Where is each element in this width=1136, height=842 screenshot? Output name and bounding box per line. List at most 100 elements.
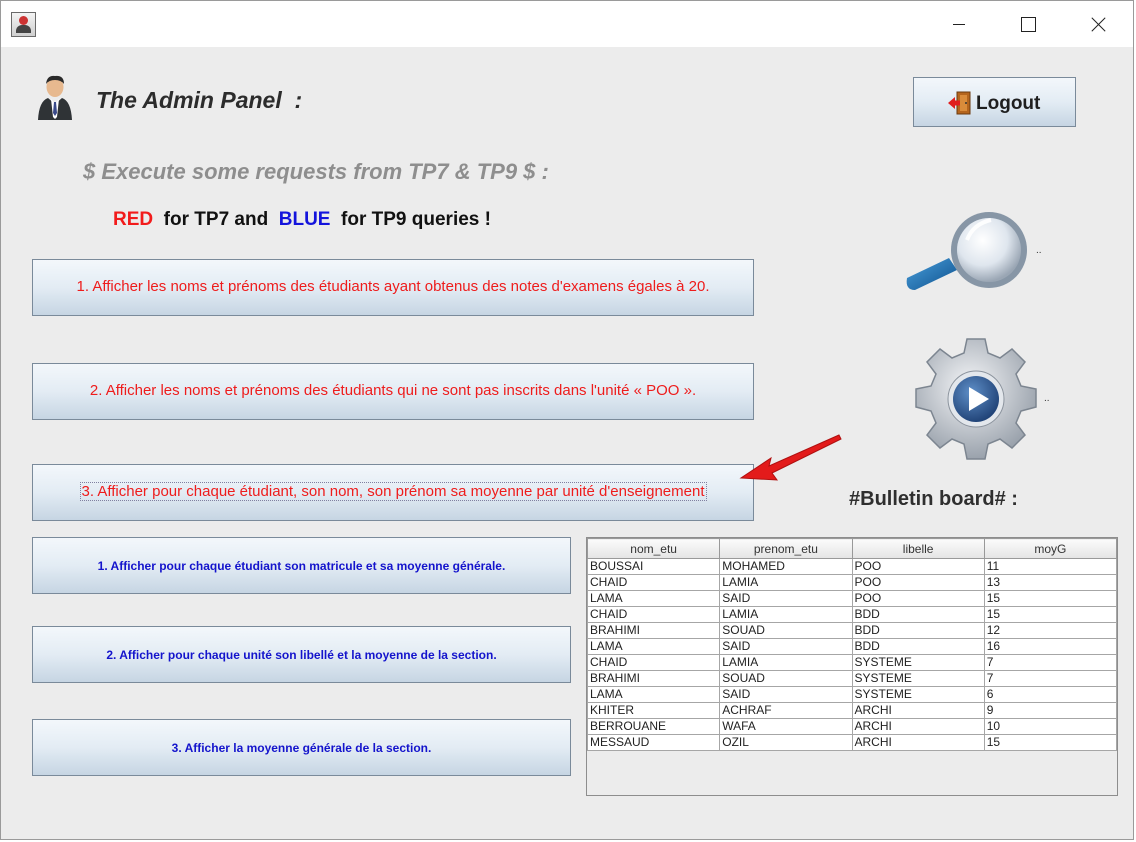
results-table: nom_etu prenom_etu libelle moyG BOUSSAI M… <box>586 538 1118 751</box>
table-cell[interactable]: OZIL <box>719 734 853 751</box>
tp7-query-1-button[interactable]: 1. Afficher les noms et prénoms des étud… <box>32 259 754 316</box>
table-cell[interactable]: 11 <box>983 558 1118 575</box>
tp7-query-3-label-wrap: 3. Afficher pour chaque étudiant, son no… <box>33 482 753 501</box>
table-row[interactable]: MESSAUD OZIL ARCHI 15 <box>586 734 1118 751</box>
column-header-nom-etu[interactable]: nom_etu <box>586 538 721 559</box>
table-cell[interactable]: LAMA <box>586 686 721 703</box>
table-cell[interactable]: ACHRAF <box>719 702 853 719</box>
table-cell[interactable]: BERROUANE <box>586 718 721 735</box>
table-row[interactable]: CHAID LAMIA BDD 15 <box>586 606 1118 623</box>
maximize-button[interactable] <box>1005 1 1051 47</box>
table-cell[interactable]: 16 <box>983 638 1118 655</box>
table-cell[interactable]: SYSTEME <box>851 670 985 687</box>
tp9-query-3-label: 3. Afficher la moyenne générale de la se… <box>171 741 432 755</box>
table-cell[interactable]: SAID <box>719 686 853 703</box>
bulletin-board-title: #Bulletin board# : <box>849 488 1018 510</box>
java-app-icon[interactable] <box>11 12 36 37</box>
table-cell[interactable]: ARCHI <box>851 718 985 735</box>
table-cell[interactable]: 15 <box>983 734 1118 751</box>
table-cell[interactable]: 13 <box>983 574 1118 591</box>
column-header-libelle[interactable]: libelle <box>851 538 985 559</box>
tp9-query-2-label: 2. Afficher pour chaque unité son libell… <box>106 648 497 662</box>
table-cell[interactable]: SAID <box>719 590 853 607</box>
table-cell[interactable]: ARCHI <box>851 734 985 751</box>
legend-blue: BLUE <box>278 209 331 230</box>
table-cell[interactable]: SOUAD <box>719 622 853 639</box>
tp9-query-3-button[interactable]: 3. Afficher la moyenne générale de la se… <box>32 719 571 776</box>
table-cell[interactable]: SYSTEME <box>851 654 985 671</box>
tp7-query-2-label: 2. Afficher les noms et prénoms des étud… <box>89 382 697 399</box>
logout-label: Logout <box>976 93 1041 114</box>
table-cell[interactable]: LAMIA <box>719 574 853 591</box>
table-cell[interactable]: 12 <box>983 622 1118 639</box>
table-header-row: nom_etu prenom_etu libelle moyG <box>586 538 1118 559</box>
search-magnifier-icon[interactable] <box>901 206 1033 298</box>
color-legend: RED for TP7 and BLUE for TP9 queries ! <box>113 209 491 231</box>
table-row[interactable]: LAMA SAID POO 15 <box>586 590 1118 607</box>
table-row[interactable]: CHAID LAMIA POO 13 <box>586 574 1118 591</box>
minimize-button[interactable] <box>936 1 982 47</box>
table-cell[interactable]: CHAID <box>586 606 721 623</box>
table-row[interactable]: KHITER ACHRAF ARCHI 9 <box>586 702 1118 719</box>
tp9-query-1-label: 1. Afficher pour chaque étudiant son mat… <box>97 559 506 573</box>
table-row[interactable]: BRAHIMI SOUAD SYSTEME 7 <box>586 670 1118 687</box>
table-row[interactable]: BOUSSAI MOHAMED POO 11 <box>586 558 1118 575</box>
table-cell[interactable]: 15 <box>983 606 1118 623</box>
table-cell[interactable]: SOUAD <box>719 670 853 687</box>
table-cell[interactable]: 7 <box>983 654 1118 671</box>
table-cell[interactable]: POO <box>851 574 985 591</box>
bulletin-table[interactable]: nom_etu prenom_etu libelle moyG BOUSSAI M… <box>586 537 1118 796</box>
table-cell[interactable]: 9 <box>983 702 1118 719</box>
search-dots: .. <box>1036 245 1042 256</box>
table-cell[interactable]: BDD <box>851 638 985 655</box>
table-cell[interactable]: LAMIA <box>719 654 853 671</box>
legend-tp7-text: for TP7 and <box>153 209 279 230</box>
tp9-query-1-button[interactable]: 1. Afficher pour chaque étudiant son mat… <box>32 537 571 594</box>
table-cell[interactable]: KHITER <box>586 702 721 719</box>
table-cell[interactable]: BOUSSAI <box>586 558 721 575</box>
table-row[interactable]: BERROUANE WAFA ARCHI 10 <box>586 718 1118 735</box>
table-cell[interactable]: LAMA <box>586 590 721 607</box>
table-cell[interactable]: LAMA <box>586 638 721 655</box>
table-cell[interactable]: WAFA <box>719 718 853 735</box>
tp7-query-2-button[interactable]: 2. Afficher les noms et prénoms des étud… <box>32 363 754 420</box>
logout-button[interactable]: Logout <box>913 77 1076 127</box>
table-cell[interactable]: SAID <box>719 638 853 655</box>
table-cell[interactable]: MESSAUD <box>586 734 721 751</box>
table-cell[interactable]: CHAID <box>586 654 721 671</box>
column-header-prenom-etu[interactable]: prenom_etu <box>719 538 853 559</box>
admin-avatar-icon <box>38 75 72 120</box>
title-bar[interactable] <box>1 1 1133 47</box>
table-cell[interactable]: MOHAMED <box>719 558 853 575</box>
logout-door-icon <box>948 91 971 115</box>
table-cell[interactable]: BDD <box>851 622 985 639</box>
tp7-query-3-button[interactable]: 3. Afficher pour chaque étudiant, son no… <box>32 464 754 521</box>
close-button[interactable] <box>1076 1 1122 47</box>
legend-tp9-text: for TP9 queries ! <box>330 209 491 230</box>
table-row[interactable]: LAMA SAID BDD 16 <box>586 638 1118 655</box>
table-cell[interactable]: POO <box>851 590 985 607</box>
table-cell[interactable]: BRAHIMI <box>586 622 721 639</box>
column-header-moyg[interactable]: moyG <box>983 538 1118 559</box>
run-dots: .. <box>1044 393 1050 404</box>
table-cell[interactable]: 7 <box>983 670 1118 687</box>
requests-subtitle: $ Execute some requests from TP7 & TP9 $… <box>83 159 549 184</box>
table-cell[interactable]: LAMIA <box>719 606 853 623</box>
admin-panel-window: The Admin Panel : Logout $ Execute some … <box>0 0 1134 840</box>
table-cell[interactable]: SYSTEME <box>851 686 985 703</box>
table-row[interactable]: CHAID LAMIA SYSTEME 7 <box>586 654 1118 671</box>
red-pointer-arrow <box>739 434 842 481</box>
run-gear-icon[interactable] <box>913 336 1039 462</box>
table-cell[interactable]: BRAHIMI <box>586 670 721 687</box>
table-cell[interactable]: CHAID <box>586 574 721 591</box>
table-cell[interactable]: BDD <box>851 606 985 623</box>
table-cell[interactable]: 6 <box>983 686 1118 703</box>
tp7-query-1-label: 1. Afficher les noms et prénoms des étud… <box>76 278 710 295</box>
table-cell[interactable]: ARCHI <box>851 702 985 719</box>
tp9-query-2-button[interactable]: 2. Afficher pour chaque unité son libell… <box>32 626 571 683</box>
table-row[interactable]: BRAHIMI SOUAD BDD 12 <box>586 622 1118 639</box>
table-cell[interactable]: 15 <box>983 590 1118 607</box>
table-cell[interactable]: POO <box>851 558 985 575</box>
table-cell[interactable]: 10 <box>983 718 1118 735</box>
table-row[interactable]: LAMA SAID SYSTEME 6 <box>586 686 1118 703</box>
